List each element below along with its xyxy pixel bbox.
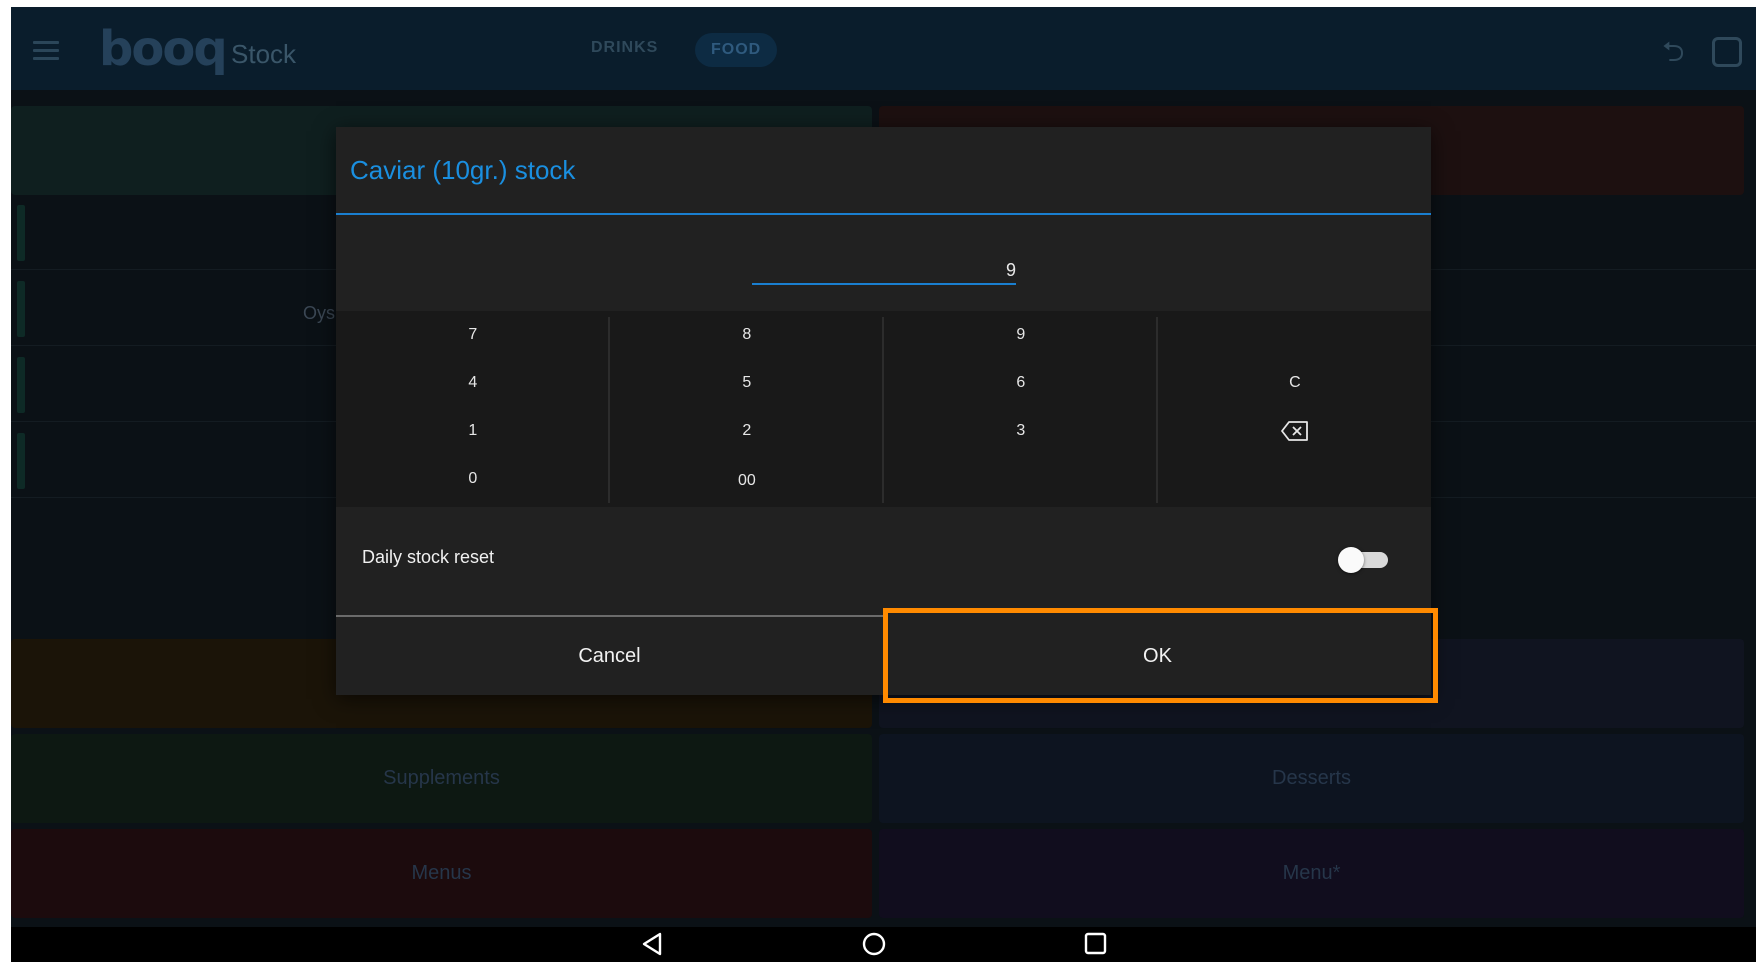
home-icon[interactable] [860, 931, 888, 959]
key-00[interactable]: 00 [610, 457, 884, 505]
app-header: booq Stock DRINKS FOOD ⮌ [11, 7, 1756, 90]
stock-dialog: Caviar (10gr.) stock 9 7 8 9 4 5 6 C 1 2… [336, 127, 1431, 695]
key-clear[interactable]: C [1158, 359, 1432, 407]
printer-icon[interactable] [1712, 37, 1742, 67]
toggle-thumb [1338, 547, 1364, 573]
undo-icon[interactable]: ⮌ [1662, 38, 1690, 66]
cancel-button[interactable]: Cancel [336, 617, 883, 695]
product-row-marker [17, 433, 25, 489]
category-tile-supplements[interactable]: Supplements [11, 734, 872, 823]
category-tile-menu-star[interactable]: Menu* [879, 829, 1744, 918]
key-0[interactable]: 0 [336, 455, 610, 503]
key-8[interactable]: 8 [610, 311, 884, 359]
key-7[interactable]: 7 [336, 311, 610, 359]
daily-stock-reset-label: Daily stock reset [362, 547, 495, 567]
key-blank-r4b[interactable] [1158, 455, 1432, 503]
product-name-peek: Oys [303, 303, 336, 323]
category-tile-menus[interactable]: Menus [11, 829, 872, 918]
key-2[interactable]: 2 [610, 407, 884, 455]
stock-value-input[interactable]: 9 [752, 255, 1016, 285]
booq-logo: booq [99, 21, 228, 77]
key-5[interactable]: 5 [610, 359, 884, 407]
key-9[interactable]: 9 [884, 311, 1158, 359]
numeric-keypad: 7 8 9 4 5 6 C 1 2 3 0 00 [336, 311, 1431, 507]
hamburger-menu-icon[interactable] [33, 41, 59, 60]
title-divider [336, 213, 1431, 215]
product-row-marker [17, 281, 25, 337]
key-blank-r1[interactable] [1158, 311, 1432, 359]
key-backspace[interactable] [1158, 407, 1432, 455]
category-tile-desserts[interactable]: Desserts [879, 734, 1744, 823]
dialog-title: Caviar (10gr.) stock [350, 155, 576, 185]
tab-drinks[interactable]: DRINKS [591, 39, 658, 57]
backspace-icon [1280, 421, 1308, 441]
back-icon[interactable] [639, 931, 665, 957]
key-4[interactable]: 4 [336, 359, 610, 407]
ok-button[interactable]: OK [884, 617, 1431, 695]
product-row-marker [17, 357, 25, 413]
key-1[interactable]: 1 [336, 407, 610, 455]
key-6[interactable]: 6 [884, 359, 1158, 407]
key-3[interactable]: 3 [884, 407, 1158, 455]
daily-stock-reset-toggle[interactable] [1338, 547, 1388, 573]
recents-icon[interactable] [1083, 931, 1109, 957]
android-nav-bar [11, 927, 1756, 962]
page-title: Stock [231, 39, 297, 69]
key-blank-r4a[interactable] [884, 455, 1158, 503]
tab-food[interactable]: FOOD [695, 33, 778, 67]
product-row-marker [17, 205, 25, 261]
